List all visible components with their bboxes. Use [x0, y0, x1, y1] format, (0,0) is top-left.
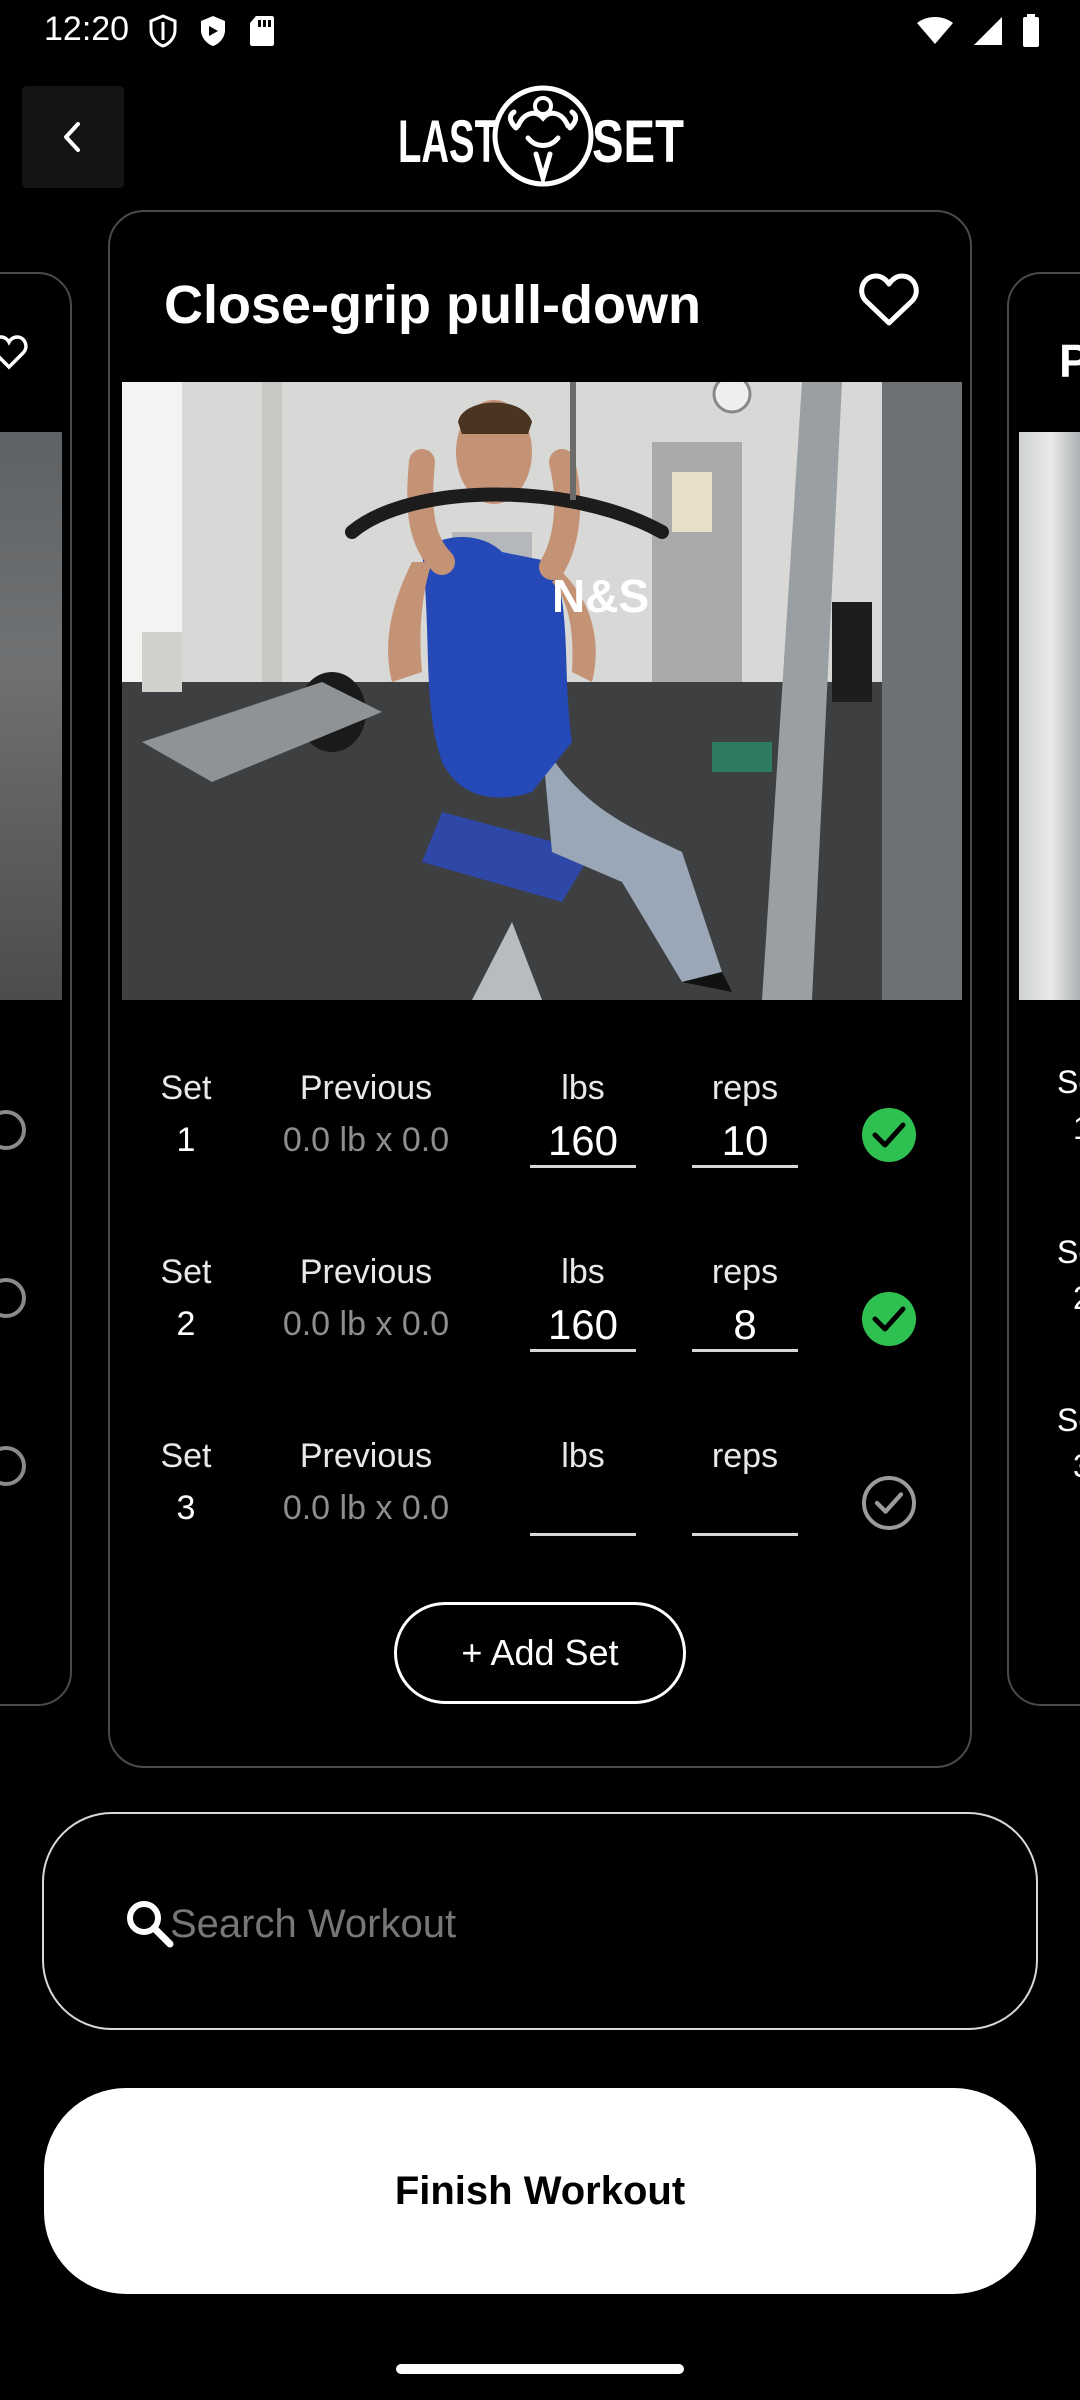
next-set-number: 1 [1073, 1110, 1080, 1147]
logo-left-text: LAST [398, 108, 498, 175]
status-icons-left [148, 14, 276, 48]
chevron-left-icon [64, 122, 80, 152]
set-column: Set 1 [146, 1068, 226, 1160]
reps-column: reps 10 [692, 1068, 798, 1168]
previous-column: Previous 0.0 lb x 0.0 [256, 1252, 476, 1344]
search-input[interactable] [170, 1894, 930, 1954]
exercise-illustration: N&S [122, 382, 962, 1000]
lbs-input[interactable] [530, 1486, 636, 1536]
next-exercise-image [1019, 432, 1080, 1000]
logo-mark: LAST SET [398, 85, 684, 187]
set-check-icon [0, 1446, 26, 1486]
previous-column: Previous 0.0 lb x 0.0 [256, 1436, 476, 1528]
status-time: 12:20 [44, 10, 130, 48]
svg-text:N&S: N&S [552, 570, 649, 622]
reps-label: reps [711, 1253, 779, 1291]
previous-label: Previous [299, 1069, 433, 1107]
set-row: Set 3 Previous 0.0 lb x 0.0 lbs reps [110, 1436, 974, 1576]
previous-value: 0.0 lb x 0.0 [282, 1489, 450, 1527]
reps-label: reps [711, 1437, 779, 1475]
set-column: Set 3 [146, 1436, 226, 1528]
set-complete-check[interactable] [862, 1108, 916, 1162]
workout-screen: 12:20 LAST SET P [0, 0, 1080, 2400]
reps-label: reps [711, 1069, 779, 1107]
finish-workout-button[interactable]: Finish Workout [44, 2088, 1036, 2294]
exercise-image: N&S [122, 382, 962, 1000]
next-set-label: Se [1057, 1402, 1080, 1438]
wifi-icon [917, 17, 953, 44]
signal-icon [974, 17, 1002, 45]
exercise-card: Close-grip pull-down N&S Set 1 Previous … [108, 210, 972, 1768]
reps-input[interactable] [692, 1486, 798, 1536]
next-exercise-card[interactable]: P Se 1 Se 2 Se 3 [1007, 272, 1080, 1706]
battery-icon [1023, 14, 1039, 47]
next-exercise-title: P [1059, 334, 1080, 388]
status-icons-right [916, 14, 1040, 48]
exercise-title: Close-grip pull-down [164, 275, 701, 335]
lbs-label: lbs [561, 1437, 605, 1475]
heart-outline-icon [0, 335, 28, 370]
reps-column: reps 8 [692, 1252, 798, 1352]
reps-column: reps [692, 1436, 798, 1536]
checkmark-icon [872, 1122, 906, 1148]
previous-column: Previous 0.0 lb x 0.0 [256, 1068, 476, 1160]
previous-label: Previous [299, 1253, 433, 1291]
set-label: Set [160, 1069, 212, 1107]
lbs-column: lbs 160 [530, 1252, 636, 1352]
next-set-label: Se [1057, 1234, 1080, 1270]
home-indicator[interactable] [396, 2364, 684, 2374]
set-check-icon [0, 1110, 26, 1150]
next-set-number: 2 [1073, 1280, 1080, 1317]
status-bar: 12:20 [0, 0, 1080, 62]
previous-exercise-card[interactable] [0, 272, 72, 1706]
set-complete-check[interactable] [862, 1476, 916, 1530]
reps-input[interactable]: 10 [692, 1118, 798, 1168]
shield-badge-icon [201, 16, 225, 46]
set-label: Set [160, 1253, 212, 1291]
sd-card-icon [250, 16, 274, 46]
search-icon [127, 1901, 174, 1948]
heart-outline-icon[interactable] [858, 272, 920, 328]
set-label: Set [160, 1437, 212, 1475]
lbs-input[interactable]: 160 [530, 1118, 636, 1168]
set-number: 1 [176, 1121, 196, 1159]
checkmark-icon [874, 1492, 904, 1514]
shield-icon [149, 14, 177, 48]
set-row: Set 2 Previous 0.0 lb x 0.0 lbs 160 reps… [110, 1252, 974, 1392]
lbs-column: lbs [530, 1436, 636, 1536]
lbs-label: lbs [561, 1069, 605, 1107]
reps-input[interactable]: 8 [692, 1302, 798, 1352]
set-check-icon [0, 1278, 26, 1318]
previous-exercise-image [0, 432, 62, 1000]
lbs-label: lbs [561, 1253, 605, 1291]
set-number: 3 [176, 1489, 196, 1527]
logo-right-text: SET [592, 108, 684, 175]
search-bar[interactable] [42, 1812, 1038, 2030]
lbs-input[interactable]: 160 [530, 1302, 636, 1352]
set-row: Set 1 Previous 0.0 lb x 0.0 lbs 160 reps… [110, 1068, 974, 1208]
lbs-column: lbs 160 [530, 1068, 636, 1168]
checkmark-icon [872, 1306, 906, 1332]
last-set-logo: LAST SET [396, 82, 686, 194]
set-complete-check[interactable] [862, 1292, 916, 1346]
set-column: Set 2 [146, 1252, 226, 1344]
next-set-number: 3 [1073, 1448, 1080, 1485]
previous-value: 0.0 lb x 0.0 [282, 1121, 450, 1159]
next-set-label: Se [1057, 1064, 1080, 1100]
previous-value: 0.0 lb x 0.0 [282, 1305, 450, 1343]
set-number: 2 [176, 1305, 196, 1343]
previous-label: Previous [299, 1437, 433, 1475]
add-set-button[interactable]: + Add Set [394, 1602, 686, 1704]
back-button[interactable] [22, 86, 124, 188]
